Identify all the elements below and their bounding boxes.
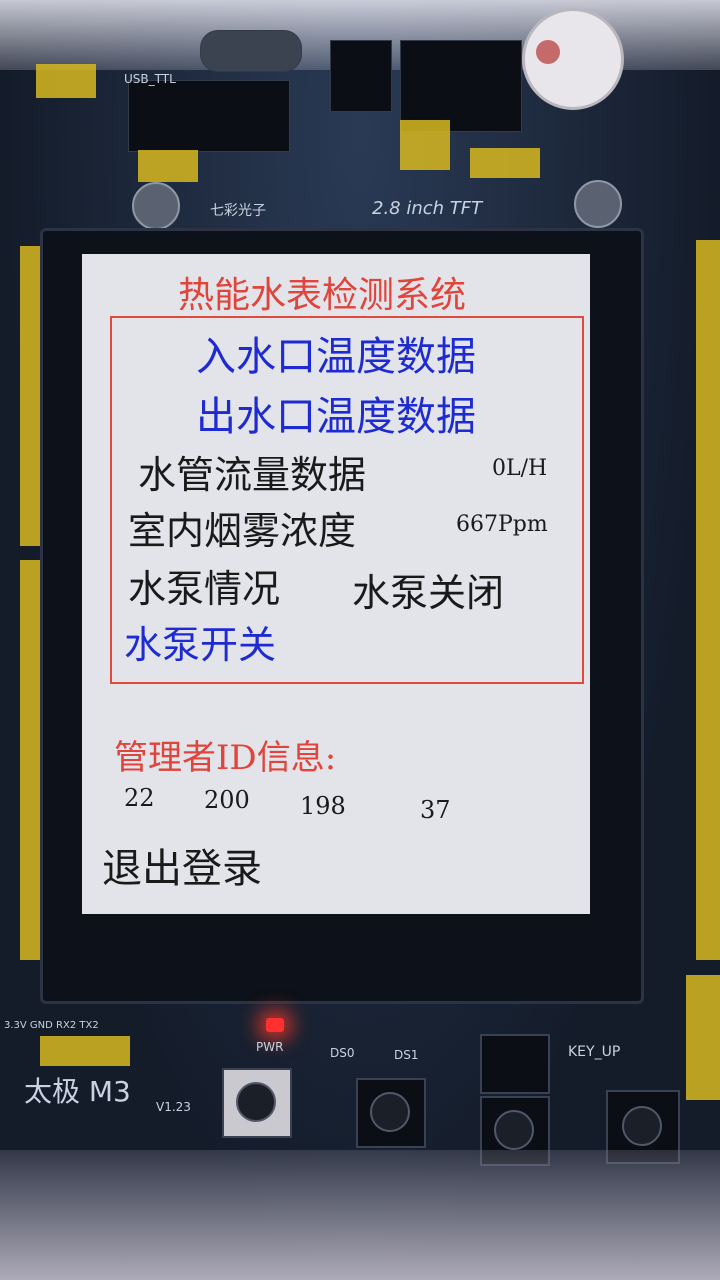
key-button-cap — [370, 1092, 410, 1132]
usb-ttl-chip — [128, 80, 290, 152]
board-version-silk: V1.23 — [156, 1100, 191, 1114]
pump-status-value: 水泵关闭 — [352, 571, 505, 615]
mount-screw — [132, 182, 180, 230]
jumper-header — [138, 150, 198, 182]
pin-header-right-lower — [686, 975, 720, 1100]
lcd-title: 热能水表检测系统 — [178, 275, 467, 316]
key-button-cap — [494, 1110, 534, 1150]
admin-id-label: 管理者ID信息: — [114, 738, 337, 778]
pwr-silk: PWR — [256, 1040, 284, 1054]
ic-chip — [400, 40, 522, 132]
logout-button[interactable]: 退出登录 — [102, 836, 262, 894]
jumper-header — [470, 148, 540, 178]
mount-screw — [574, 180, 622, 228]
usb-ttl-silk: USB_TTL — [124, 72, 176, 86]
pin-header-right — [696, 240, 720, 960]
key-up-button[interactable] — [480, 1034, 550, 1094]
admin-id-part: 198 — [300, 792, 346, 820]
menu-inlet-temperature[interactable]: 入水口温度数据 — [196, 324, 476, 382]
key-up-silk: KEY_UP — [568, 1044, 621, 1060]
reset-button-cap — [236, 1082, 276, 1122]
header-pins-silk: 3.3V GND RX2 TX2 — [4, 1020, 99, 1031]
key-button-cap — [622, 1106, 662, 1146]
admin-id-part: 37 — [420, 796, 451, 824]
brand-silk: 七彩光子 — [210, 203, 266, 219]
board-name-silk: 太极 M3 — [24, 1075, 131, 1108]
ds0-silk: DS0 — [330, 1046, 355, 1060]
smoke-label: 室内烟雾浓度 — [128, 509, 357, 553]
power-led — [266, 1018, 284, 1032]
jumper-header — [400, 120, 450, 170]
plastic-glare-bottom — [0, 1150, 720, 1280]
pump-switch-button[interactable]: 水泵开关 — [124, 614, 276, 669]
pump-status-label: 水泵情况 — [128, 567, 281, 611]
admin-id-part: 22 — [124, 784, 155, 812]
flow-label: 水管流量数据 — [138, 453, 367, 497]
screen-size-silk: 2.8 inch TFT — [372, 198, 483, 219]
ds1-silk: DS1 — [394, 1048, 419, 1062]
smoke-value: 667Ppm — [456, 512, 548, 537]
menu-outlet-temperature[interactable]: 出水口温度数据 — [196, 384, 476, 442]
crystal-oscillator — [200, 30, 302, 72]
flow-value: 0L/H — [492, 456, 548, 481]
uart-pin-header — [40, 1036, 130, 1066]
regulator-chip — [330, 40, 392, 112]
buzzer-mark — [536, 40, 560, 64]
admin-id-part: 200 — [204, 786, 250, 814]
jumper-header — [36, 64, 96, 98]
